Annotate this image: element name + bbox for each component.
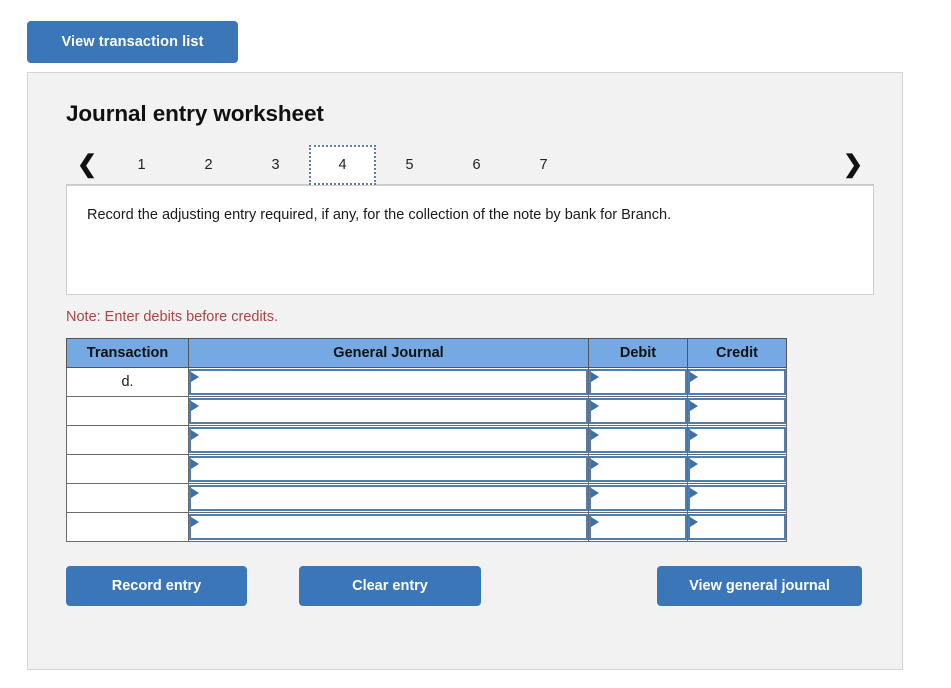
debit-input-row-3[interactable] xyxy=(589,427,687,453)
tab-3[interactable]: 3 xyxy=(242,145,309,184)
credit-cell-row-6[interactable] xyxy=(687,512,787,542)
table-row xyxy=(66,425,787,455)
page-root: View transaction list Journal entry work… xyxy=(0,0,951,688)
credit-cell-row-5[interactable] xyxy=(687,483,787,513)
debit-input-row-6[interactable] xyxy=(589,514,687,540)
debit-cell-row-6[interactable] xyxy=(588,512,688,542)
view-general-journal-button[interactable]: View general journal xyxy=(657,566,862,606)
debit-cell-row-4[interactable] xyxy=(588,454,688,484)
column-header-transaction: Transaction xyxy=(66,338,189,368)
debit-input-row-4[interactable] xyxy=(589,456,687,482)
page-title: Journal entry worksheet xyxy=(66,101,324,126)
debits-before-credits-note: Note: Enter debits before credits. xyxy=(66,309,278,325)
credit-input-row-4[interactable] xyxy=(688,456,786,482)
table-row xyxy=(66,512,787,542)
transaction-label-row-5 xyxy=(66,483,189,513)
credit-cell-row-2[interactable] xyxy=(687,396,787,426)
column-header-general-journal: General Journal xyxy=(188,338,589,368)
table-row xyxy=(66,454,787,484)
transaction-label-row-1: d. xyxy=(66,367,189,397)
account-select-row-4[interactable] xyxy=(189,456,588,482)
transaction-label-row-4 xyxy=(66,454,189,484)
debit-input-row-5[interactable] xyxy=(589,485,687,511)
transaction-label-row-2 xyxy=(66,396,189,426)
debit-cell-row-2[interactable] xyxy=(588,396,688,426)
table-row: d. xyxy=(66,367,787,397)
tab-1[interactable]: 1 xyxy=(108,145,175,184)
account-select-row-1[interactable] xyxy=(189,369,588,395)
credit-cell-row-4[interactable] xyxy=(687,454,787,484)
credit-input-row-3[interactable] xyxy=(688,427,786,453)
journal-entry-worksheet-panel: Journal entry worksheet ❮ 1 2 3 4 5 6 7 … xyxy=(27,72,903,670)
credit-input-row-5[interactable] xyxy=(688,485,786,511)
table-row xyxy=(66,396,787,426)
account-select-row-2[interactable] xyxy=(189,398,588,424)
account-select-row-5[interactable] xyxy=(189,485,588,511)
record-entry-button[interactable]: Record entry xyxy=(66,566,247,606)
account-select-row-6[interactable] xyxy=(189,514,588,540)
prompt-text: Record the adjusting entry required, if … xyxy=(87,207,672,223)
debit-cell-row-1[interactable] xyxy=(588,367,688,397)
tab-6[interactable]: 6 xyxy=(443,145,510,184)
column-header-debit: Debit xyxy=(588,338,688,368)
prompt-box: Record the adjusting entry required, if … xyxy=(66,185,874,295)
debit-cell-row-5[interactable] xyxy=(588,483,688,513)
general-journal-cell-row-1[interactable] xyxy=(188,367,589,397)
chevron-left-icon[interactable]: ❮ xyxy=(66,145,108,184)
table-row xyxy=(66,483,787,513)
panel-content: Journal entry worksheet ❮ 1 2 3 4 5 6 7 … xyxy=(66,101,874,606)
tab-7[interactable]: 7 xyxy=(510,145,577,184)
general-journal-cell-row-3[interactable] xyxy=(188,425,589,455)
credit-input-row-6[interactable] xyxy=(688,514,786,540)
debit-input-row-1[interactable] xyxy=(589,369,687,395)
tab-2[interactable]: 2 xyxy=(175,145,242,184)
general-journal-cell-row-6[interactable] xyxy=(188,512,589,542)
account-select-row-3[interactable] xyxy=(189,427,588,453)
transaction-label-row-6 xyxy=(66,512,189,542)
debit-cell-row-3[interactable] xyxy=(588,425,688,455)
view-transaction-list-button[interactable]: View transaction list xyxy=(27,21,238,63)
journal-entry-table: Transaction General Journal Debit Credit… xyxy=(66,338,787,542)
credit-input-row-2[interactable] xyxy=(688,398,786,424)
action-button-row: Record entry Clear entry View general jo… xyxy=(66,566,874,606)
column-header-credit: Credit xyxy=(687,338,787,368)
tab-5[interactable]: 5 xyxy=(376,145,443,184)
credit-cell-row-3[interactable] xyxy=(687,425,787,455)
credit-cell-row-1[interactable] xyxy=(687,367,787,397)
debit-input-row-2[interactable] xyxy=(589,398,687,424)
chevron-right-icon[interactable]: ❯ xyxy=(832,145,874,184)
general-journal-cell-row-4[interactable] xyxy=(188,454,589,484)
transaction-label-row-3 xyxy=(66,425,189,455)
table-header-row: Transaction General Journal Debit Credit xyxy=(66,338,787,368)
tab-4[interactable]: 4 xyxy=(309,145,376,185)
credit-input-row-1[interactable] xyxy=(688,369,786,395)
general-journal-cell-row-2[interactable] xyxy=(188,396,589,426)
clear-entry-button[interactable]: Clear entry xyxy=(299,566,481,606)
general-journal-cell-row-5[interactable] xyxy=(188,483,589,513)
worksheet-tab-bar: ❮ 1 2 3 4 5 6 7 ❯ xyxy=(66,145,874,185)
